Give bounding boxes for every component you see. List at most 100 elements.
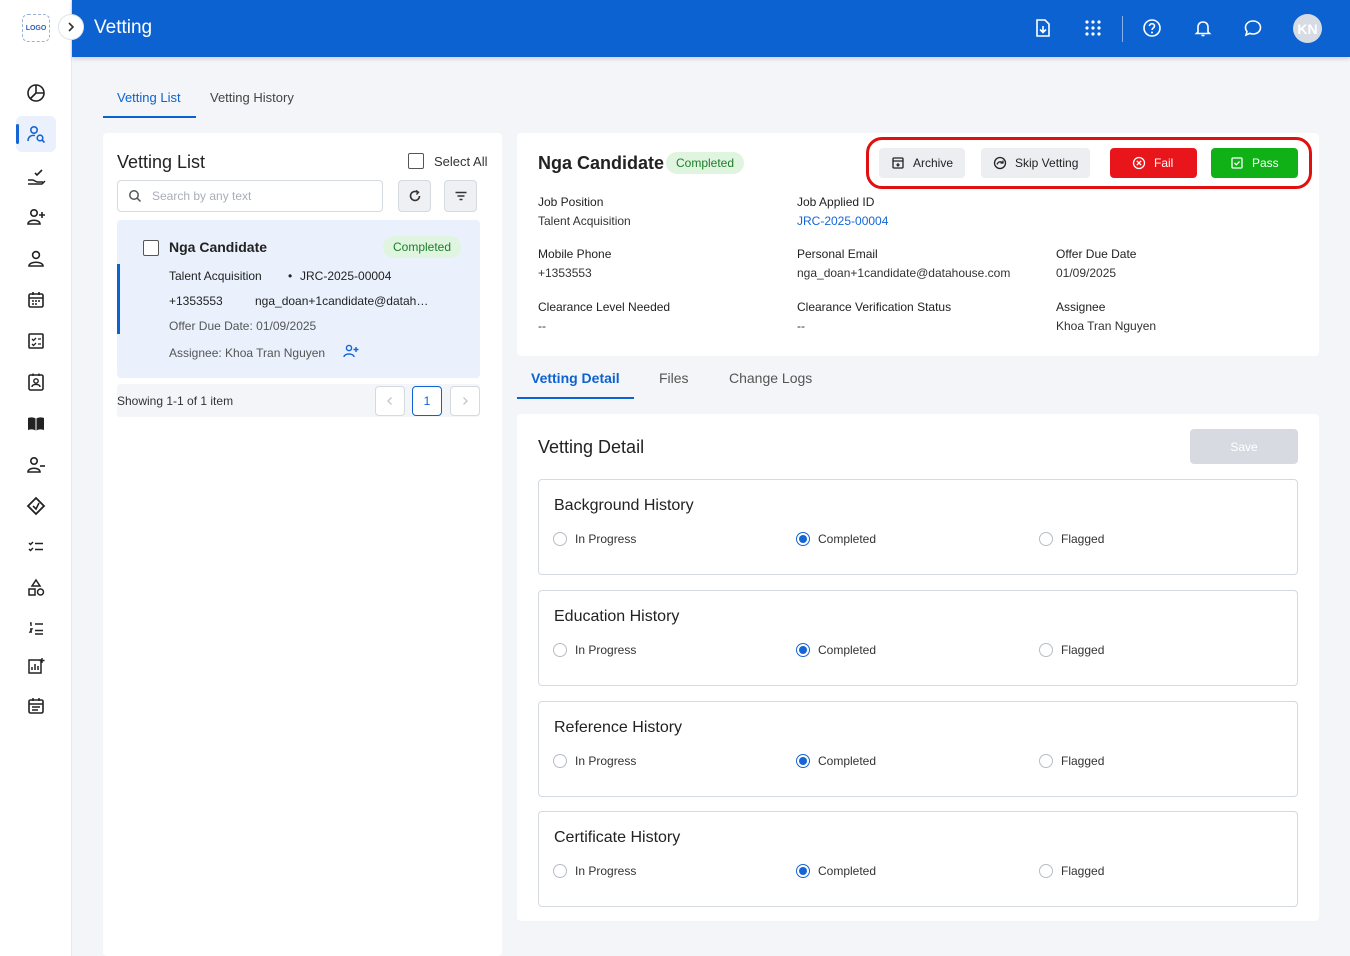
checklist-icon — [28, 333, 44, 349]
card-checkbox[interactable] — [143, 240, 159, 256]
download-button[interactable] — [1031, 16, 1055, 40]
apps-button[interactable] — [1081, 16, 1105, 40]
bell-icon — [1194, 21, 1212, 37]
logo: LOGO — [22, 14, 50, 42]
help-button[interactable] — [1140, 16, 1164, 40]
mobile-phone-value: +1353553 — [538, 266, 592, 280]
radio-flagged[interactable]: Flagged — [1039, 643, 1104, 657]
pass-button[interactable]: Pass — [1211, 148, 1298, 178]
tab-vetting-history[interactable]: Vetting History — [210, 90, 294, 105]
radio-dot[interactable] — [1039, 643, 1053, 657]
candidate-card[interactable]: Nga Candidate Completed Talent Acquisiti… — [117, 220, 480, 378]
radio-dot-selected[interactable] — [796, 532, 810, 546]
radio-label: Flagged — [1061, 754, 1105, 768]
clearance-verification-label: Clearance Verification Status — [797, 300, 952, 314]
messages-button[interactable] — [1241, 16, 1265, 40]
vetting-detail-panel: Vetting Detail Save Background History I… — [517, 414, 1319, 921]
radio-completed[interactable]: Completed — [796, 864, 876, 878]
radio-dot[interactable] — [553, 643, 567, 657]
radio-in-progress[interactable]: In Progress — [553, 532, 636, 546]
radio-in-progress[interactable]: In Progress — [553, 754, 636, 768]
skip-vetting-button[interactable]: Skip Vetting — [981, 148, 1091, 178]
nav-dashboard[interactable] — [16, 75, 56, 111]
chart-add-icon — [28, 658, 45, 674]
job-position-value: Talent Acquisition — [538, 214, 631, 228]
notifications-button[interactable] — [1191, 16, 1215, 40]
page-1-button[interactable]: 1 — [412, 386, 442, 416]
list-title: Vetting List — [117, 152, 206, 172]
radio-completed[interactable]: Completed — [796, 532, 876, 546]
nav-categories[interactable] — [16, 570, 56, 606]
card-bullet: • — [288, 269, 293, 283]
radio-dot[interactable] — [1039, 532, 1053, 546]
radio-dot[interactable] — [553, 532, 567, 546]
radio-completed[interactable]: Completed — [796, 754, 876, 768]
section-title: Background History — [554, 497, 694, 514]
refresh-button[interactable] — [398, 180, 431, 212]
nav-remove-user[interactable] — [16, 447, 56, 483]
radio-in-progress[interactable]: In Progress — [553, 864, 636, 878]
nav-calendar[interactable] — [16, 282, 56, 318]
card-phone: +1353553 — [169, 294, 223, 308]
select-all-checkbox[interactable]: Select All — [408, 153, 487, 169]
radio-label: Completed — [818, 532, 877, 546]
save-button[interactable]: Save — [1190, 429, 1298, 464]
nav-checklist[interactable] — [16, 323, 56, 359]
radio-label: Flagged — [1061, 864, 1105, 878]
status-badge: Completed — [666, 152, 745, 174]
tab-files[interactable]: Files — [659, 370, 689, 386]
nav-tasks[interactable] — [16, 529, 56, 565]
radio-dot[interactable] — [553, 754, 567, 768]
radio-completed[interactable]: Completed — [796, 643, 876, 657]
refresh-icon — [409, 189, 420, 202]
search-box[interactable] — [117, 180, 383, 212]
pie-chart-icon — [27, 84, 45, 102]
radio-dot-selected[interactable] — [796, 864, 810, 878]
select-all-label: Select All — [434, 153, 488, 169]
tab-vetting-list[interactable]: Vetting List — [117, 90, 181, 105]
tab-change-logs[interactable]: Change Logs — [729, 370, 812, 386]
radio-flagged[interactable]: Flagged — [1039, 864, 1104, 878]
nav-approvals[interactable] — [16, 159, 56, 195]
calendar-list-icon — [28, 698, 44, 714]
numbered-list-icon — [28, 622, 43, 635]
radio-dot-selected[interactable] — [796, 643, 810, 657]
expand-nav-button[interactable] — [58, 14, 84, 40]
next-page-button[interactable] — [450, 386, 480, 416]
radio-label: In Progress — [575, 754, 637, 768]
radio-flagged[interactable]: Flagged — [1039, 754, 1104, 768]
search-input[interactable] — [152, 189, 372, 203]
radio-flagged[interactable]: Flagged — [1039, 532, 1104, 546]
radio-label: Flagged — [1061, 643, 1105, 657]
nav-add-user[interactable] — [16, 199, 56, 235]
assign-user-icon[interactable] — [343, 344, 359, 358]
radio-in-progress[interactable]: In Progress — [553, 643, 636, 657]
apps-grid-icon — [1085, 20, 1101, 36]
nav-handbook[interactable] — [16, 406, 56, 442]
radio-dot-selected[interactable] — [796, 754, 810, 768]
job-id-label: Job Applied ID — [797, 195, 875, 209]
nav-vetting[interactable] — [16, 116, 56, 152]
checkbox[interactable] — [408, 153, 424, 169]
user-plus-icon — [27, 208, 45, 225]
skip-icon — [993, 156, 1007, 170]
nav-schedule[interactable] — [16, 688, 56, 724]
nav-profile[interactable] — [16, 241, 56, 277]
card-candidate-name: Nga Candidate — [169, 239, 268, 255]
fail-button[interactable]: Fail — [1110, 148, 1197, 178]
radio-dot[interactable] — [553, 864, 567, 878]
radio-dot[interactable] — [1039, 754, 1053, 768]
radio-dot[interactable] — [1039, 864, 1053, 878]
nav-contact[interactable] — [16, 364, 56, 400]
radio-label: Completed — [818, 643, 877, 657]
tab-vetting-detail[interactable]: Vetting Detail — [531, 370, 620, 386]
nav-offers[interactable] — [16, 488, 56, 524]
nav-reports[interactable] — [16, 648, 56, 684]
nav-list[interactable] — [16, 610, 56, 646]
filter-button[interactable] — [444, 180, 477, 212]
user-avatar[interactable]: KN — [1293, 14, 1322, 43]
job-id-link[interactable]: JRC-2025-00004 — [797, 214, 888, 228]
radio-label: Flagged — [1061, 532, 1105, 546]
prev-page-button[interactable] — [375, 386, 405, 416]
archive-button[interactable]: Archive — [879, 148, 966, 178]
